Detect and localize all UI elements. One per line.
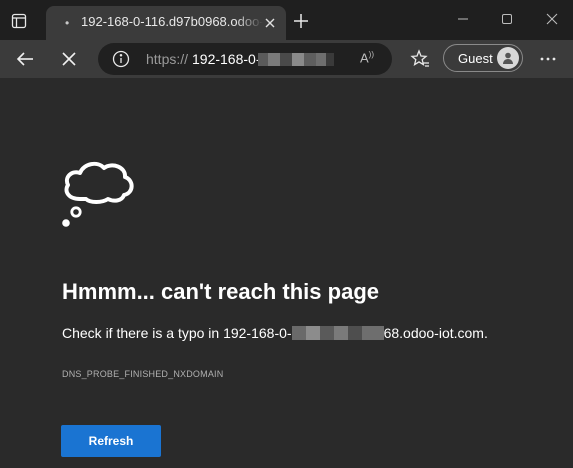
error-heading: Hmmm... can't reach this page	[62, 279, 379, 304]
maximize-icon[interactable]	[496, 10, 518, 28]
error-message: Check if there is a typo in 192-168-0- 6…	[62, 325, 488, 341]
browser-tab[interactable]: • 192-168-0-116.d97b0968.odoo-iot.com	[46, 6, 286, 40]
person-icon	[497, 47, 519, 69]
error-code: DNS_PROBE_FINISHED_NXDOMAIN	[62, 369, 224, 379]
refresh-button[interactable]: Refresh	[61, 425, 161, 457]
error-message-prefix: Check if there is a typo in 192-168-0-	[62, 325, 292, 341]
url-host: 192-168-0-	[192, 51, 261, 67]
navigation-toolbar: https:// 192-168-0- A)) Guest	[0, 40, 573, 78]
tab-title: 192-168-0-116.d97b0968.odoo-iot.com	[81, 14, 263, 29]
stop-loading-icon[interactable]	[58, 48, 80, 70]
info-icon[interactable]	[112, 50, 130, 68]
thought-cloud-icon	[62, 161, 134, 227]
close-window-icon[interactable]	[541, 10, 563, 28]
minimize-icon[interactable]	[452, 10, 474, 28]
url-scheme: https://	[146, 51, 189, 67]
redacted-host-region	[291, 326, 384, 340]
title-bar: • 192-168-0-116.d97b0968.odoo-iot.com	[0, 0, 573, 40]
close-tab-icon[interactable]	[262, 15, 278, 31]
favorites-star-icon[interactable]	[409, 48, 431, 70]
tab-loading-indicator: •	[65, 16, 70, 30]
redacted-url-region	[258, 53, 334, 66]
back-arrow-icon[interactable]	[14, 48, 36, 70]
address-bar[interactable]: https:// 192-168-0- A))	[98, 43, 392, 75]
error-message-suffix: 68.odoo-iot.com.	[383, 325, 488, 341]
read-aloud-icon[interactable]: A))	[360, 50, 374, 65]
tab-actions-icon[interactable]	[6, 9, 32, 33]
new-tab-icon[interactable]	[292, 12, 310, 30]
profile-label: Guest	[458, 51, 493, 66]
profile-button[interactable]: Guest	[443, 44, 523, 72]
more-icon[interactable]	[537, 48, 559, 70]
